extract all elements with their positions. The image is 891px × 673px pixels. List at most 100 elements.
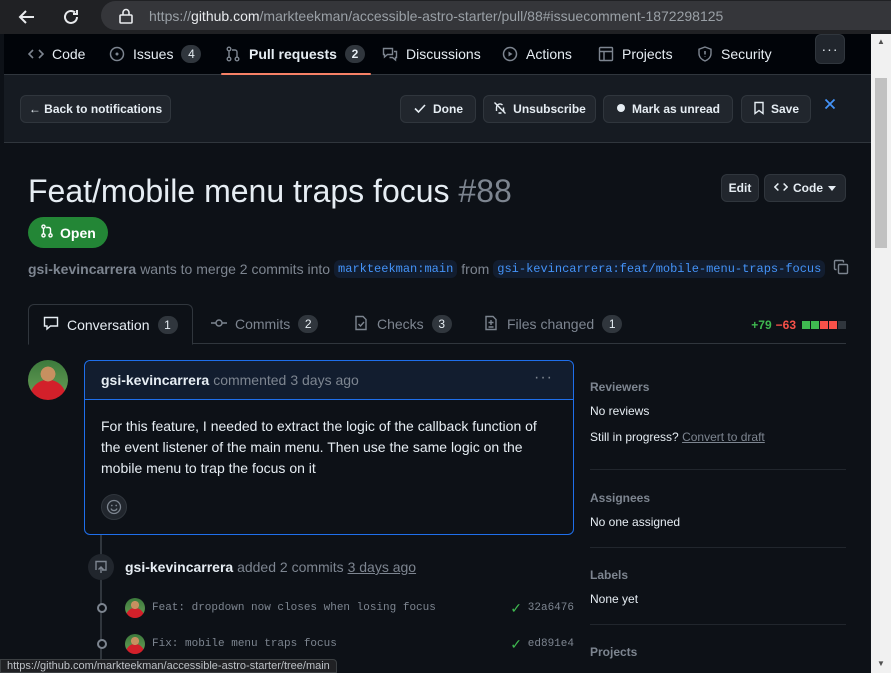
copy-icon[interactable] (833, 259, 849, 278)
scrollbar-thumb[interactable] (875, 78, 887, 248)
pr-title: Feat/mobile menu traps focus (28, 173, 450, 209)
deletions-count: −63 (775, 318, 796, 332)
pr-author-link[interactable]: gsi-kevincarrera (28, 261, 136, 277)
tab-checks[interactable]: Checks 3 (339, 304, 466, 344)
comment-action: commented (213, 372, 287, 388)
kebab-menu-icon[interactable]: ··· (534, 369, 553, 387)
address-bar[interactable]: https://github.com/markteekman/accessibl… (101, 1, 891, 30)
files-changed-count: 1 (602, 315, 623, 333)
commit-sha[interactable]: 32a6476 (528, 602, 574, 614)
reviewers-value: No reviews (590, 404, 650, 418)
code-dropdown-button[interactable]: Code (764, 174, 846, 202)
reload-icon[interactable] (58, 5, 84, 29)
back-to-notifications-button[interactable]: ← Back to notifications (20, 95, 171, 123)
pr-merge-summary: gsi-kevincarrera wants to merge 2 commit… (28, 259, 849, 278)
labels-value: None yet (590, 592, 639, 606)
code-button-label: Code (793, 181, 823, 195)
tab-pull-requests[interactable]: Pull requests 2 (221, 34, 371, 75)
scroll-down-icon[interactable]: ▼ (875, 658, 887, 670)
reviewers-heading[interactable]: Reviewers (590, 380, 846, 394)
bookmark-icon (753, 101, 765, 118)
edit-button[interactable]: Edit (721, 174, 759, 202)
diffstat: +79 −63 (751, 318, 846, 332)
discussions-icon (382, 46, 398, 62)
comment-box: gsi-kevincarrera commented 3 days ago ··… (84, 360, 574, 535)
smiley-icon[interactable] (101, 494, 127, 520)
draft-prompt: Still in progress? Convert to draft (590, 430, 846, 444)
tab-commits[interactable]: Commits 2 (197, 304, 332, 344)
tab-actions[interactable]: Actions (502, 34, 572, 74)
comment-time[interactable]: 3 days ago (290, 372, 359, 388)
commit-dot-icon (97, 603, 107, 613)
check-icon (413, 101, 427, 118)
check-icon[interactable]: ✓ (510, 600, 522, 617)
checks-count: 3 (431, 315, 452, 333)
commit-row: Fix: mobile menu traps focus ✓ ed891e4 (94, 634, 574, 654)
commit-icon (211, 315, 227, 334)
base-branch[interactable]: markteekman:main (334, 259, 458, 278)
done-button[interactable]: Done (400, 95, 476, 123)
projects-heading[interactable]: Projects (590, 645, 846, 659)
labels-section: Labels None yet (590, 568, 846, 606)
pr-number: #88 (458, 173, 512, 209)
timeline-time[interactable]: 3 days ago (348, 559, 417, 575)
mark-as-unread-button[interactable]: Mark as unread (603, 95, 733, 123)
tab-issues-label: Issues (133, 46, 174, 62)
convert-to-draft-link[interactable]: Convert to draft (682, 430, 765, 444)
url-path: /markteekman/accessible-astro-starter/pu… (259, 7, 724, 24)
commit-message[interactable]: Fix: mobile menu traps focus (152, 638, 337, 650)
link-preview-status: https://github.com/markteekman/accessibl… (0, 659, 337, 673)
save-button[interactable]: Save (741, 95, 811, 123)
commit-sha[interactable]: ed891e4 (528, 638, 574, 650)
tab-conversation[interactable]: Conversation 1 (28, 304, 193, 345)
tab-code-label: Code (52, 46, 86, 62)
head-branch[interactable]: gsi-kevincarrera:feat/mobile-menu-traps-… (493, 259, 826, 278)
unsubscribe-button[interactable]: Unsubscribe (483, 95, 596, 123)
tab-issues[interactable]: Issues 4 (109, 34, 202, 74)
issues-count: 4 (181, 45, 202, 63)
scroll-up-icon[interactable]: ▲ (875, 36, 887, 48)
tab-actions-label: Actions (526, 46, 572, 62)
status-label: Open (60, 224, 96, 241)
timeline-action: added 2 commits (237, 559, 344, 575)
commit-message[interactable]: Feat: dropdown now closes when losing fo… (152, 602, 436, 614)
tab-discussions[interactable]: Discussions (382, 34, 481, 74)
conversation-count: 1 (157, 315, 178, 334)
comment-author[interactable]: gsi-kevincarrera (101, 372, 209, 388)
labels-heading[interactable]: Labels (590, 568, 846, 582)
tab-code[interactable]: Code (28, 34, 85, 74)
status-badge: Open (28, 217, 108, 248)
avatar[interactable] (125, 634, 145, 654)
avatar[interactable] (28, 360, 68, 400)
timeline-author[interactable]: gsi-kevincarrera (125, 559, 233, 575)
assignees-section: Assignees No one assigned (590, 491, 846, 529)
avatar[interactable] (125, 598, 145, 618)
save-label: Save (770, 102, 800, 116)
pull-request-icon (40, 224, 54, 241)
tab-projects-label: Projects (622, 46, 673, 62)
repo-navigation: Code Issues 4 Pull requests 2 Discussion… (4, 34, 871, 75)
play-icon (502, 46, 518, 62)
assignees-value: No one assigned (590, 515, 681, 529)
code-icon (773, 180, 789, 197)
timeline-event: gsi-kevincarrera added 2 commits 3 days … (125, 559, 416, 575)
check-icon[interactable]: ✓ (510, 636, 522, 653)
close-icon[interactable] (822, 97, 838, 115)
commit-row: Feat: dropdown now closes when losing fo… (94, 598, 574, 618)
pull-requests-count: 2 (344, 45, 365, 63)
tab-discussions-label: Discussions (406, 46, 481, 62)
tab-files-changed[interactable]: Files changed 1 (469, 304, 636, 344)
divider (590, 469, 846, 470)
tab-security[interactable]: Security (697, 34, 772, 74)
back-arrow-icon[interactable] (14, 5, 40, 29)
more-dots-icon: ··· (821, 41, 839, 57)
additions-count: +79 (751, 318, 772, 332)
more-menu-button[interactable]: ··· (815, 34, 845, 64)
assignees-heading[interactable]: Assignees (590, 491, 846, 505)
pr-tabs: Conversation 1 Commits 2 Checks 3 Files … (28, 304, 846, 345)
projects-section: Projects (590, 645, 846, 659)
triangle-down-icon (828, 181, 836, 195)
checklist-icon (353, 315, 369, 334)
mark-unread-label: Mark as unread (631, 102, 721, 116)
tab-projects[interactable]: Projects (598, 34, 673, 74)
